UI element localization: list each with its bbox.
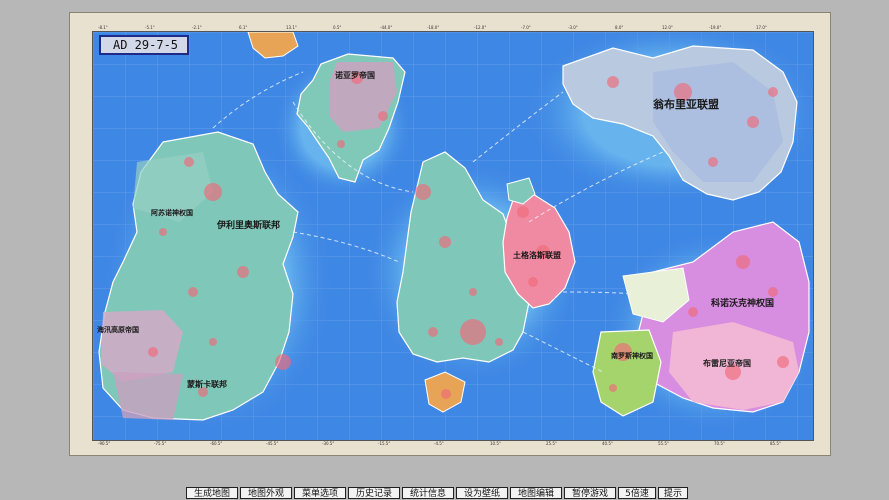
nation-label: 科诺沃克神权国	[711, 297, 774, 309]
longitude-tick: 10.5°	[490, 441, 501, 446]
map-appearance-button[interactable]: 地图外观	[240, 487, 292, 499]
longitude-tick: -75.5°	[154, 441, 167, 446]
longitude-tick: 25.5°	[546, 441, 557, 446]
latitude-tick: 6.1°	[239, 25, 248, 30]
statistics-button[interactable]: 统计信息	[402, 487, 454, 499]
nation-label: 伊利里奥斯联邦	[216, 219, 280, 231]
longitude-tick: 85.5°	[770, 441, 781, 446]
longitude-tick: -90.5°	[98, 441, 111, 446]
speed-button[interactable]: 5倍速	[618, 487, 656, 499]
pause-game-button[interactable]: 暂停游戏	[564, 487, 616, 499]
latitude-tick: 0.5°	[333, 25, 342, 30]
nation-label: 土格洛斯联盟	[513, 250, 561, 260]
latitude-tick: 17.0°	[756, 25, 767, 30]
nation-territory[interactable]	[101, 310, 183, 382]
nation-label: 布雷尼亚帝国	[702, 358, 751, 368]
longitude-tick: -4.5°	[434, 441, 444, 446]
date-display: AD 29-7-5	[99, 35, 189, 55]
latitude-tick: -44.0°	[380, 25, 393, 30]
nation-label: 翁布里亚联盟	[653, 97, 719, 111]
longitude-tick: -60.5°	[210, 441, 223, 446]
latitude-tick: 12.0°	[662, 25, 673, 30]
latitude-tick: -2.1°	[192, 25, 202, 30]
longitude-tick: -45.5°	[266, 441, 279, 446]
latitude-tick: -8.1°	[98, 25, 108, 30]
latitude-tick: -5.1°	[145, 25, 155, 30]
hint-button[interactable]: 提示	[658, 487, 688, 499]
nation-label: 诺亚罗帝国	[335, 70, 375, 80]
latitude-tick: -18.0°	[427, 25, 440, 30]
longitude-tick: 70.5°	[714, 441, 725, 446]
nation-label: 蒙斯卡联邦	[187, 379, 227, 389]
longitude-tick: 55.5°	[658, 441, 669, 446]
nation-territory[interactable]	[592, 329, 662, 417]
latitude-tick: -19.0°	[709, 25, 722, 30]
bottom-toolbar: 生成地图 地图外观 菜单选项 历史记录 统计信息 设为壁纸 地图编辑 暂停游戏 …	[186, 487, 688, 500]
longitude-tick: -15.5°	[378, 441, 391, 446]
generate-map-button[interactable]: 生成地图	[186, 487, 238, 499]
latitude-tick: -3.0°	[568, 25, 578, 30]
nation-label: 海汛高原帝国	[97, 325, 139, 334]
map-frame: 诺亚罗帝国 翁布里亚联盟 阿苏诺神权国 伊利里奥斯联邦 海汛高原帝国 蒙斯卡联邦…	[69, 12, 831, 456]
longitude-tick: 40.5°	[602, 441, 613, 446]
map-edit-button[interactable]: 地图编辑	[510, 487, 562, 499]
history-button[interactable]: 历史记录	[348, 487, 400, 499]
latitude-tick: 13.1°	[286, 25, 297, 30]
latitude-tick: -7.0°	[521, 25, 531, 30]
latitude-tick: 8.0°	[615, 25, 624, 30]
world-map[interactable]: 诺亚罗帝国 翁布里亚联盟 阿苏诺神权国 伊利里奥斯联邦 海汛高原帝国 蒙斯卡联邦…	[92, 31, 814, 441]
latitude-tick: -12.0°	[474, 25, 487, 30]
menu-options-button[interactable]: 菜单选项	[294, 487, 346, 499]
longitude-tick: -30.5°	[322, 441, 335, 446]
map-canvas[interactable]: 诺亚罗帝国 翁布里亚联盟 阿苏诺神权国 伊利里奥斯联邦 海汛高原帝国 蒙斯卡联邦…	[93, 32, 813, 440]
nation-label: 南罗斯神权国	[611, 351, 653, 360]
set-wallpaper-button[interactable]: 设为壁纸	[456, 487, 508, 499]
nation-territory[interactable]	[113, 372, 183, 420]
nation-label: 阿苏诺神权国	[151, 208, 193, 217]
